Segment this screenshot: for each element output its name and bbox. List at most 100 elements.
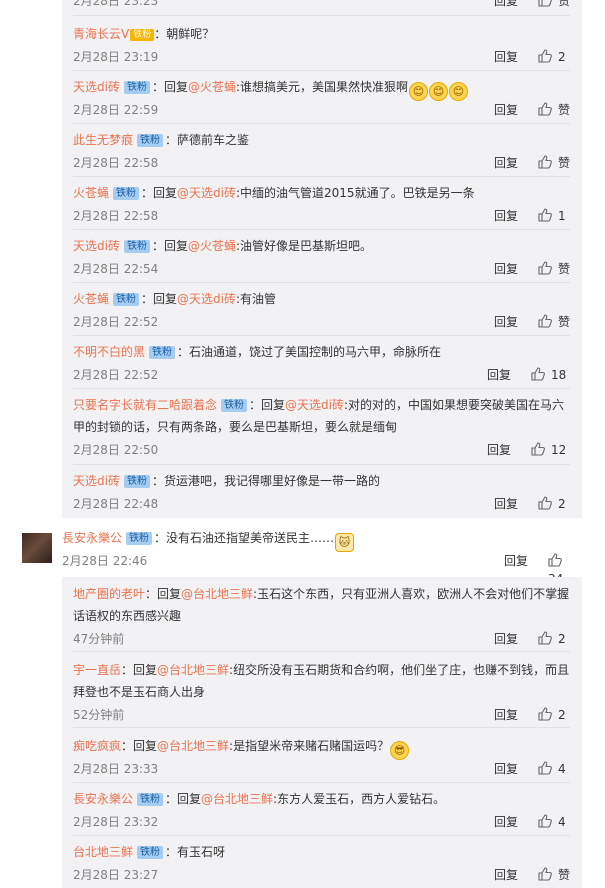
reply-prefix: ：回复 [141,186,178,200]
thumbs-up-icon [538,102,552,116]
thumbs-up-icon [531,442,545,456]
reply-time: 2月28日 23:27 [73,868,159,882]
thumbs-up-icon [538,314,552,328]
reply-username[interactable]: 天选di砖 [73,239,120,253]
like-count: 赞 [558,156,571,170]
reply-text: 只要名字长就有二哈跟着念 铁粉 ：回复@天选di砖:对的对的，中国如果想要突破美国在… [73,394,574,438]
divider [73,70,570,71]
like-count: 18 [551,368,567,382]
like-button[interactable]: 2 [538,495,566,513]
like-button[interactable]: 赞 [538,154,570,172]
reply-username[interactable]: 青海长云V [73,27,129,41]
avatar[interactable] [22,533,52,563]
reply-button[interactable]: 回复 [494,866,518,884]
comment-username[interactable]: 長安永樂公 [62,531,122,545]
reply-username[interactable]: 痴吃疯疯 [73,739,121,753]
like-count: 4 [558,762,566,776]
reply-button[interactable]: 回复 [494,207,518,225]
thumbs-up-icon [548,553,562,567]
reply-button[interactable]: 回复 [494,313,518,331]
reply-username[interactable]: 火苍蝇 [73,292,109,306]
smile-emoji-icon: 😊 [409,82,429,101]
reply-time: 2月28日 22:58 [73,209,159,223]
thumbs-up-icon [538,814,552,828]
like-count: 赞 [558,103,571,117]
fan-badge: 铁粉 [123,240,150,253]
reply-time: 2月28日 22:50 [73,443,159,457]
like-button[interactable]: 赞 [538,866,570,884]
like-button[interactable]: 4 [538,760,566,778]
reply-button[interactable]: 回复 [494,813,518,831]
reply-button[interactable]: 回复 [494,706,518,724]
mention-link[interactable]: @天选di砖 [285,398,344,412]
reply-text: 此生无梦痕 铁粉 ：萨德前车之鉴 [73,129,574,151]
like-count: 2 [558,708,566,722]
reply-username[interactable]: 不明不白的黑 [73,345,145,359]
like-button[interactable]: 2 [538,48,566,66]
mention-link[interactable]: @台北地三鲜 [181,587,253,601]
like-button[interactable]: 12 [531,441,566,459]
divider [73,727,570,728]
reply-text: 火苍蝇 铁粉 ：回复@天选di砖:中缅的油气管道2015就通了。巴铁是另一条 [73,182,574,204]
reply-content: :是指望米帝来赌石赌国运吗？ [229,739,390,753]
comment-text: 長安永樂公 铁粉 ：没有石油还指望美帝送民主…… 🐱 [62,527,355,552]
like-button[interactable]: 赞 [538,0,570,10]
like-button[interactable]: 2 [538,630,566,648]
reply-username[interactable]: 宇一直岳 [73,663,121,677]
fan-badge: 铁粉 [113,293,140,306]
fan-badge: 铁粉 [113,187,140,200]
like-count: 2 [558,50,566,64]
thumbs-up-icon [538,867,552,881]
reply-username[interactable]: 火苍蝇 [73,186,109,200]
like-button[interactable]: 18 [531,366,566,384]
reply-username[interactable]: 地产圈的老叶 [73,587,145,601]
like-button[interactable]: 赞 [538,313,570,331]
reply-username[interactable]: 台北地三鲜 [73,845,133,859]
reply-username[interactable]: 此生无梦痕 [73,133,133,147]
mention-link[interactable]: @天选di砖 [177,186,236,200]
reply-button[interactable]: 回复 [494,760,518,778]
thumbs-up-icon [538,155,552,169]
reply-button[interactable]: 回复 [487,441,511,459]
like-button[interactable]: 赞 [538,101,570,119]
reply-meta: 2月28日 22:59 回复 赞 [73,101,574,119]
reply-button[interactable]: 回复 [494,495,518,513]
thumbs-up-icon [538,761,552,775]
reply-text: 不明不白的黑 铁粉 ：石油通道，饶过了美国控制的马六甲，命脉所在 [73,341,574,363]
reply-button[interactable]: 回复 [494,260,518,278]
reply-time: 2月28日 22:54 [73,262,159,276]
reply-button[interactable]: 回复 [494,101,518,119]
like-button[interactable]: 赞 [538,260,570,278]
like-button[interactable]: 2 [538,706,566,724]
reply-username[interactable]: 只要名字长就有二哈跟着念 [73,398,217,412]
like-count: 1 [558,209,566,223]
mention-link[interactable]: @天选di砖 [177,292,236,306]
reply-time: 2月28日 22:52 [73,315,159,329]
reply-button[interactable]: 回复 [494,48,518,66]
thumbs-up-icon [538,0,552,7]
reply-button[interactable]: 回复 [504,552,528,570]
reply-thread: 2月28日 23:23 回复 赞 青海长云V 铁粉 ：朝鲜呢？ 2月28日 23:1… [62,0,582,518]
reply-text: 台北地三鲜 铁粉 ：有玉石呀 [73,841,574,863]
reply-meta: 2月28日 22:58 回复 赞 [73,154,574,172]
mention-link[interactable]: @台北地三鲜 [157,663,229,677]
reply-meta: 2月28日 22:52 回复 18 [73,366,574,384]
mention-link[interactable]: @台北地三鲜 [201,792,273,806]
reply-meta: 2月28日 22:48 回复 2 [73,495,574,513]
reply-time: 2月28日 23:19 [73,50,159,64]
mention-link[interactable]: @火苍蝇 [188,239,236,253]
reply-button[interactable]: 回复 [494,0,518,10]
like-button[interactable]: 4 [538,813,566,831]
like-count: 2 [558,632,566,646]
reply-username[interactable]: 天选di砖 [73,80,120,94]
mention-link[interactable]: @台北地三鲜 [157,739,229,753]
reply-username[interactable]: 天选di砖 [73,474,120,488]
mention-link[interactable]: @火苍蝇 [188,80,236,94]
like-button[interactable]: 1 [538,207,566,225]
reply-button[interactable]: 回复 [494,630,518,648]
reply-button[interactable]: 回复 [487,366,511,384]
reply-username[interactable]: 長安永樂公 [73,792,133,806]
reply-text: 青海长云V 铁粉 ：朝鲜呢？ [73,23,574,45]
divider [73,388,570,389]
reply-button[interactable]: 回复 [494,154,518,172]
